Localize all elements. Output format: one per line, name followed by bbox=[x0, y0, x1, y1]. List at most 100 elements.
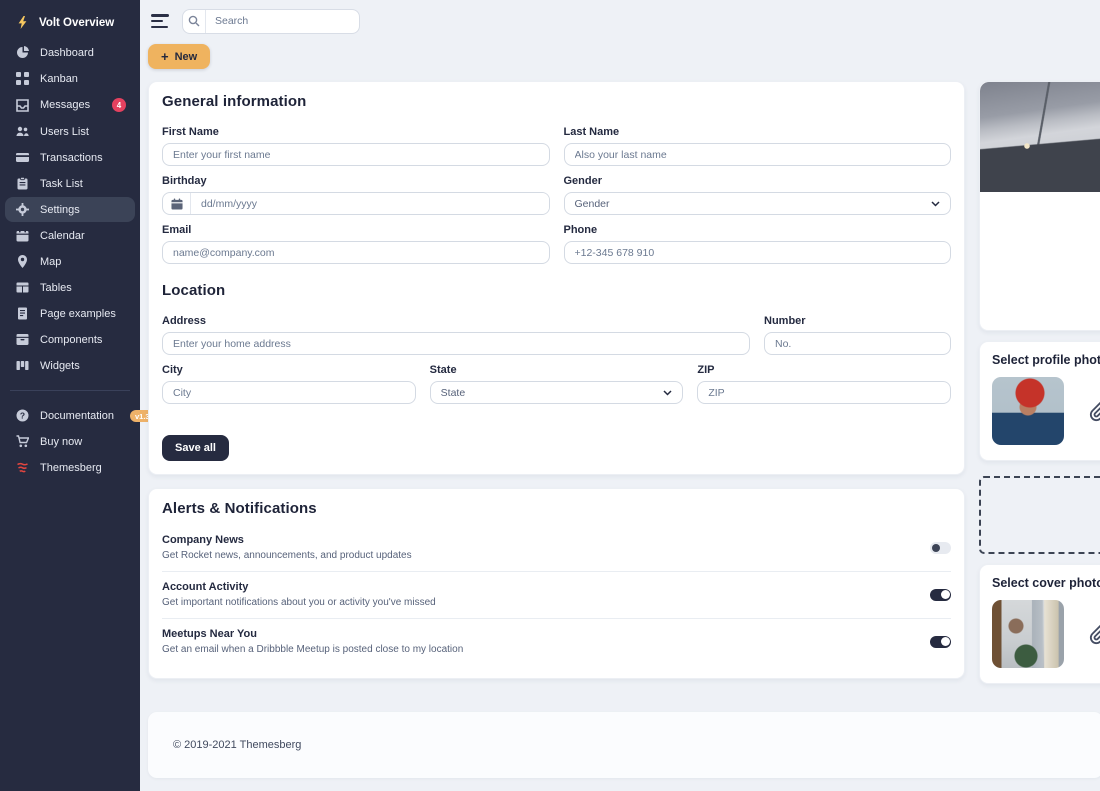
meetups-toggle[interactable] bbox=[930, 636, 951, 648]
credit-card-icon bbox=[16, 151, 29, 164]
sidebar-toggle-icon[interactable] bbox=[151, 14, 171, 28]
clipboard-icon bbox=[16, 177, 29, 190]
right-panel: Select profile photo Select cover photo bbox=[979, 81, 1100, 684]
birthday-field[interactable] bbox=[191, 193, 549, 214]
sidebar-item-buy-now[interactable]: Buy now bbox=[5, 429, 135, 454]
email-label: Email bbox=[162, 224, 550, 236]
alert-item-desc: Get Rocket news, announcements, and prod… bbox=[162, 550, 412, 561]
alert-row-account-activity: Account Activity Get important notificat… bbox=[162, 571, 951, 618]
sidebar-brand-label: Volt Overview bbox=[39, 17, 114, 29]
city-field[interactable] bbox=[162, 381, 416, 404]
sidebar-item-label: Settings bbox=[40, 204, 80, 216]
profile-photo-thumbnail[interactable] bbox=[992, 377, 1064, 445]
sidebar-item-label: Buy now bbox=[40, 436, 82, 448]
alert-item-desc: Get important notifications about you or… bbox=[162, 597, 436, 608]
alert-item-title: Company News bbox=[162, 534, 412, 546]
volt-app: Volt Overview Dashboard Kanban Messages … bbox=[0, 0, 1100, 791]
sidebar-item-map[interactable]: Map bbox=[5, 249, 135, 274]
birthday-label: Birthday bbox=[162, 175, 550, 187]
chevron-down-icon bbox=[663, 390, 672, 396]
zip-label: ZIP bbox=[697, 364, 951, 376]
select-profile-photo-title: Select profile photo bbox=[992, 353, 1096, 367]
number-label: Number bbox=[764, 315, 951, 327]
sidebar-item-tables[interactable]: Tables bbox=[5, 275, 135, 300]
account-activity-toggle[interactable] bbox=[930, 589, 951, 601]
users-icon bbox=[16, 125, 29, 138]
gender-select[interactable]: Gender bbox=[564, 192, 952, 215]
main-content: + New General information First Name Las… bbox=[140, 0, 1100, 791]
new-button-label: New bbox=[175, 51, 198, 63]
sidebar-item-messages[interactable]: Messages 4 bbox=[5, 92, 135, 118]
sidebar-item-calendar[interactable]: Calendar bbox=[5, 223, 135, 248]
calendar-icon bbox=[16, 229, 29, 242]
sidebar-item-documentation[interactable]: ? Documentation v1.3 bbox=[5, 403, 135, 428]
file-dropzone[interactable] bbox=[979, 476, 1100, 554]
state-select[interactable]: State bbox=[430, 381, 684, 404]
top-bar bbox=[148, 8, 1100, 34]
sidebar-item-label: Dashboard bbox=[40, 47, 94, 59]
kanban-grid-icon bbox=[16, 72, 29, 85]
address-label: Address bbox=[162, 315, 750, 327]
alerts-notifications-card: Alerts & Notifications Company News Get … bbox=[148, 488, 965, 679]
save-all-button[interactable]: Save all bbox=[162, 435, 229, 461]
alert-item-desc: Get an email when a Dribbble Meetup is p… bbox=[162, 644, 463, 655]
new-button[interactable]: + New bbox=[148, 44, 210, 69]
widgets-columns-icon bbox=[16, 359, 29, 372]
sidebar-item-settings[interactable]: Settings bbox=[5, 197, 135, 222]
general-information-card: General information First Name Last Name bbox=[148, 81, 965, 475]
first-name-field[interactable] bbox=[162, 143, 550, 166]
cover-photo-thumbnail[interactable] bbox=[992, 600, 1064, 668]
number-field[interactable] bbox=[764, 332, 951, 355]
profile-cover-image bbox=[980, 82, 1100, 192]
sidebar-item-page-examples[interactable]: Page examples bbox=[5, 301, 135, 326]
alert-item-title: Meetups Near You bbox=[162, 628, 463, 640]
sidebar-brand[interactable]: Volt Overview bbox=[0, 10, 140, 39]
sidebar-item-transactions[interactable]: Transactions bbox=[5, 145, 135, 170]
last-name-label: Last Name bbox=[564, 126, 952, 138]
first-name-label: First Name bbox=[162, 126, 550, 138]
table-icon bbox=[16, 281, 29, 294]
phone-field[interactable] bbox=[564, 241, 952, 264]
inbox-icon bbox=[16, 99, 29, 112]
chevron-down-icon bbox=[931, 201, 940, 207]
gear-icon bbox=[16, 203, 29, 216]
sidebar-item-kanban[interactable]: Kanban bbox=[5, 66, 135, 91]
state-label: State bbox=[430, 364, 684, 376]
state-select-value: State bbox=[441, 387, 466, 399]
plus-icon: + bbox=[161, 50, 169, 63]
lightning-icon bbox=[16, 16, 29, 29]
zip-field[interactable] bbox=[697, 381, 951, 404]
question-circle-icon: ? bbox=[16, 409, 29, 422]
cart-icon bbox=[16, 435, 29, 448]
sidebar-item-label: Documentation bbox=[40, 410, 114, 422]
calendar-icon bbox=[163, 193, 191, 214]
sidebar-item-dashboard[interactable]: Dashboard bbox=[5, 40, 135, 65]
company-news-toggle[interactable] bbox=[930, 542, 951, 554]
gender-label: Gender bbox=[564, 175, 952, 187]
paperclip-icon[interactable] bbox=[1089, 623, 1100, 645]
page-footer: © 2019-2021 Themesberg bbox=[148, 712, 1100, 778]
alert-item-title: Account Activity bbox=[162, 581, 436, 593]
sidebar-item-themesberg[interactable]: Themesberg bbox=[5, 455, 135, 480]
sidebar-item-label: Map bbox=[40, 256, 61, 268]
sidebar-item-label: Task List bbox=[40, 178, 83, 190]
sidebar-item-components[interactable]: Components bbox=[5, 327, 135, 352]
sidebar-item-label: Widgets bbox=[40, 360, 80, 372]
sidebar-item-task-list[interactable]: Task List bbox=[5, 171, 135, 196]
sidebar-item-users-list[interactable]: Users List bbox=[5, 119, 135, 144]
sidebar-item-widgets[interactable]: Widgets bbox=[5, 353, 135, 378]
gender-select-value: Gender bbox=[575, 198, 610, 210]
email-field[interactable] bbox=[162, 241, 550, 264]
search-icon bbox=[183, 10, 206, 33]
alert-row-meetups: Meetups Near You Get an email when a Dri… bbox=[162, 618, 951, 665]
paperclip-icon[interactable] bbox=[1089, 400, 1100, 422]
map-pin-icon bbox=[16, 255, 29, 268]
sidebar-divider bbox=[10, 390, 130, 391]
sidebar-item-label: Transactions bbox=[40, 152, 103, 164]
search-input[interactable] bbox=[206, 15, 359, 27]
address-field[interactable] bbox=[162, 332, 750, 355]
location-title: Location bbox=[162, 282, 951, 299]
sidebar-item-label: Components bbox=[40, 334, 102, 346]
sidebar-item-label: Calendar bbox=[40, 230, 85, 242]
last-name-field[interactable] bbox=[564, 143, 952, 166]
